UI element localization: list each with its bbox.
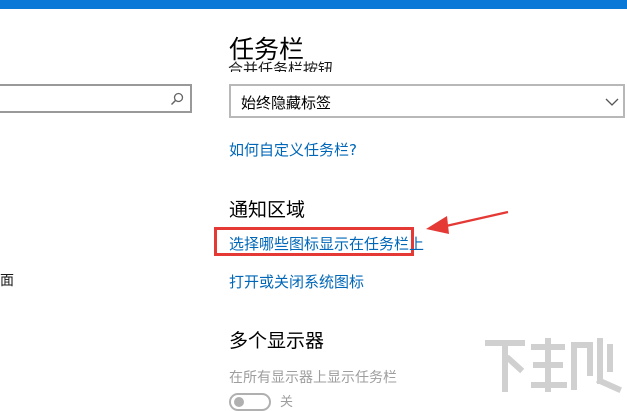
search-input[interactable]: [0, 84, 192, 113]
select-taskbar-icons-link[interactable]: 选择哪些图标显示在任务栏上: [229, 233, 424, 254]
show-taskbar-all-displays-label: 在所有显示器上显示任务栏: [229, 370, 397, 386]
dropdown-selected-value: 始终隐藏标签: [241, 94, 332, 112]
multiple-displays-heading: 多个显示器: [229, 330, 325, 352]
search-icon[interactable]: [170, 92, 184, 106]
toggle-knob: [234, 397, 244, 407]
show-taskbar-all-displays-toggle[interactable]: [229, 393, 271, 411]
sidebar-item-desktop[interactable]: 桌面: [0, 270, 14, 290]
chevron-down-icon: [605, 98, 619, 106]
window-title-bar: [0, 0, 627, 9]
notification-area-heading: 通知区域: [229, 199, 306, 221]
customize-taskbar-help-link[interactable]: 如何自定义任务栏?: [229, 139, 357, 160]
system-icons-toggle-link[interactable]: 打开或关闭系统图标: [229, 271, 364, 292]
combine-buttons-dropdown[interactable]: 始终隐藏标签: [229, 84, 625, 118]
combine-buttons-label: 合并任务栏按钮: [228, 60, 334, 73]
sidebar-item-label: 桌面: [0, 273, 14, 289]
settings-sidebar: 桌面: [0, 9, 208, 401]
download-site-watermark-logo: [485, 338, 622, 393]
